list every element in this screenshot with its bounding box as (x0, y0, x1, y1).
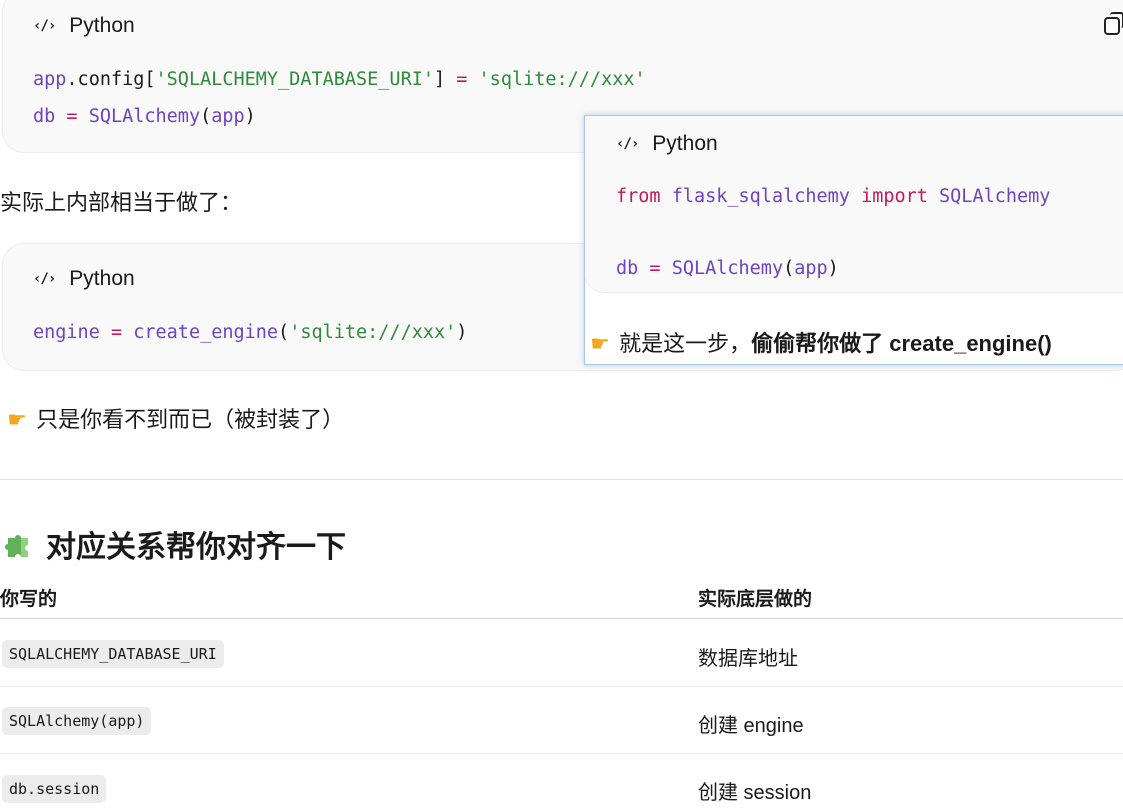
code-token: ( (278, 322, 290, 343)
code-token: SQLAlchemy (671, 258, 784, 279)
code-token: engine (33, 322, 100, 343)
table-header-divider (0, 618, 1123, 619)
divider (0, 479, 1123, 480)
code-token: SQLAlchemy (939, 186, 1051, 207)
code-language: Python (69, 267, 135, 290)
code-token: create_engine (133, 322, 279, 343)
copy-icon[interactable] (1104, 12, 1123, 35)
code-header: ‹/› Python (33, 267, 135, 291)
code-icon: ‹/› (33, 271, 56, 287)
code-token: = (66, 106, 78, 127)
code-token: from (616, 186, 661, 207)
code-line-1: from flask_sqlalchemy import SQLAlchemy (616, 186, 1050, 207)
code-header: ‹/› Python (33, 14, 135, 38)
code-header: ‹/› Python (616, 132, 718, 156)
code-token: ) (244, 106, 256, 127)
table-header-actual: 实际底层做的 (698, 589, 813, 610)
code-language: Python (69, 14, 135, 37)
code-token: app (33, 69, 67, 90)
code-language: Python (652, 132, 718, 155)
page: ‹/› Python app.config['SQLALCHEMY_DATABA… (0, 0, 1123, 810)
paragraph-intro: 实际上内部相当于做了： (0, 190, 243, 215)
snippet-popup[interactable]: ‹/› Python from flask_sqlalchemy import … (584, 115, 1123, 365)
table-cell-desc: 创建 engine (698, 715, 804, 737)
popup-note-plain: 就是这一步， (619, 331, 752, 356)
code-token: app (794, 258, 828, 279)
code-icon: ‹/› (33, 18, 56, 34)
table-cell-code: SQLAlchemy(app) (2, 707, 152, 735)
table-cell-code: SQLALCHEMY_DATABASE_URI (2, 640, 224, 668)
popup-note-bold: 偷偷帮你做了 create_engine() (751, 331, 1052, 356)
code-line-3: db = SQLAlchemy(app) (616, 258, 839, 279)
code-token: ) (827, 258, 839, 279)
code-icon: ‹/› (616, 136, 639, 152)
code-token: SQLAlchemy (88, 106, 201, 127)
paragraph-hidden-text: 只是你看不到而已（被封装了） (36, 407, 345, 432)
table-row-divider (0, 753, 1123, 754)
table-cell-code: db.session (2, 775, 107, 803)
table-cell-desc: 数据库地址 (698, 648, 798, 670)
point-right-icon: ☛ (7, 407, 27, 432)
code-token: import (861, 186, 928, 207)
table-row-divider (0, 686, 1123, 687)
code-token: ( (200, 106, 212, 127)
code-token: db (616, 258, 639, 279)
code-token: = (649, 258, 661, 279)
code-token: app (211, 106, 245, 127)
section-title-text: 对应关系帮你对齐一下 (46, 531, 346, 564)
code-token: db (33, 106, 56, 127)
code-token: = (110, 322, 123, 343)
popup-note: ☛ 就是这一步，偷偷帮你做了 create_engine() (587, 326, 1052, 358)
table-header-written: 你写的 (0, 589, 58, 610)
code-token: = (456, 69, 468, 90)
puzzle-icon (5, 535, 28, 557)
code-token: ] (433, 69, 457, 90)
code-line-1: app.config['SQLALCHEMY_DATABASE_URI'] = … (33, 69, 646, 90)
code-line-1: engine = create_engine('sqlite:///xxx') (33, 322, 467, 343)
code-token: 'sqlite:///xxx' (478, 69, 646, 90)
table-cell-desc: 创建 session (698, 782, 812, 804)
paragraph-hidden: ☛ 只是你看不到而已（被封装了） (4, 402, 344, 434)
code-token: .config[ (66, 69, 156, 90)
code-token: ( (783, 258, 795, 279)
section-title: 对应关系帮你对齐一下 (4, 522, 346, 566)
code-token: ) (456, 322, 468, 343)
code-line-2: db = SQLAlchemy(app) (33, 106, 256, 127)
popup-code-block: ‹/› Python from flask_sqlalchemy import … (585, 116, 1123, 293)
code-token: 'SQLALCHEMY_DATABASE_URI' (155, 69, 434, 90)
point-right-icon: ☛ (590, 331, 610, 356)
code-token: flask_sqlalchemy (671, 186, 850, 207)
code-token: 'sqlite:///xxx' (289, 322, 457, 343)
